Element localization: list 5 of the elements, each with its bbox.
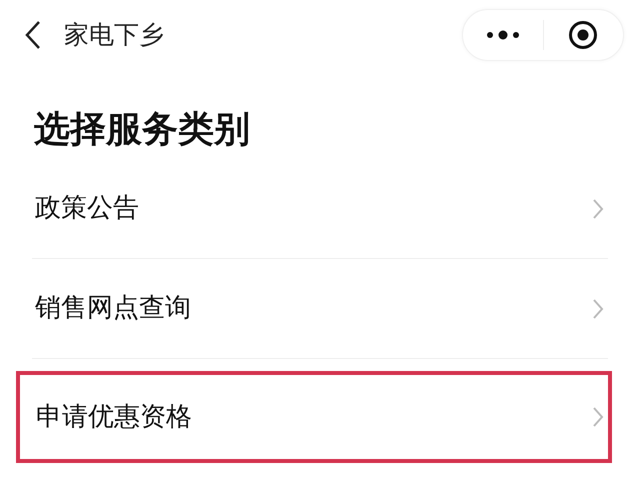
nav-title: 家电下乡 [64, 19, 164, 52]
menu-item[interactable]: 政策公告 [32, 159, 608, 260]
menu-item[interactable]: 申请优惠资格 [16, 371, 612, 464]
menu-item[interactable]: 销售网点查询 [32, 259, 608, 360]
page-heading: 选择服务类别 [34, 108, 251, 152]
